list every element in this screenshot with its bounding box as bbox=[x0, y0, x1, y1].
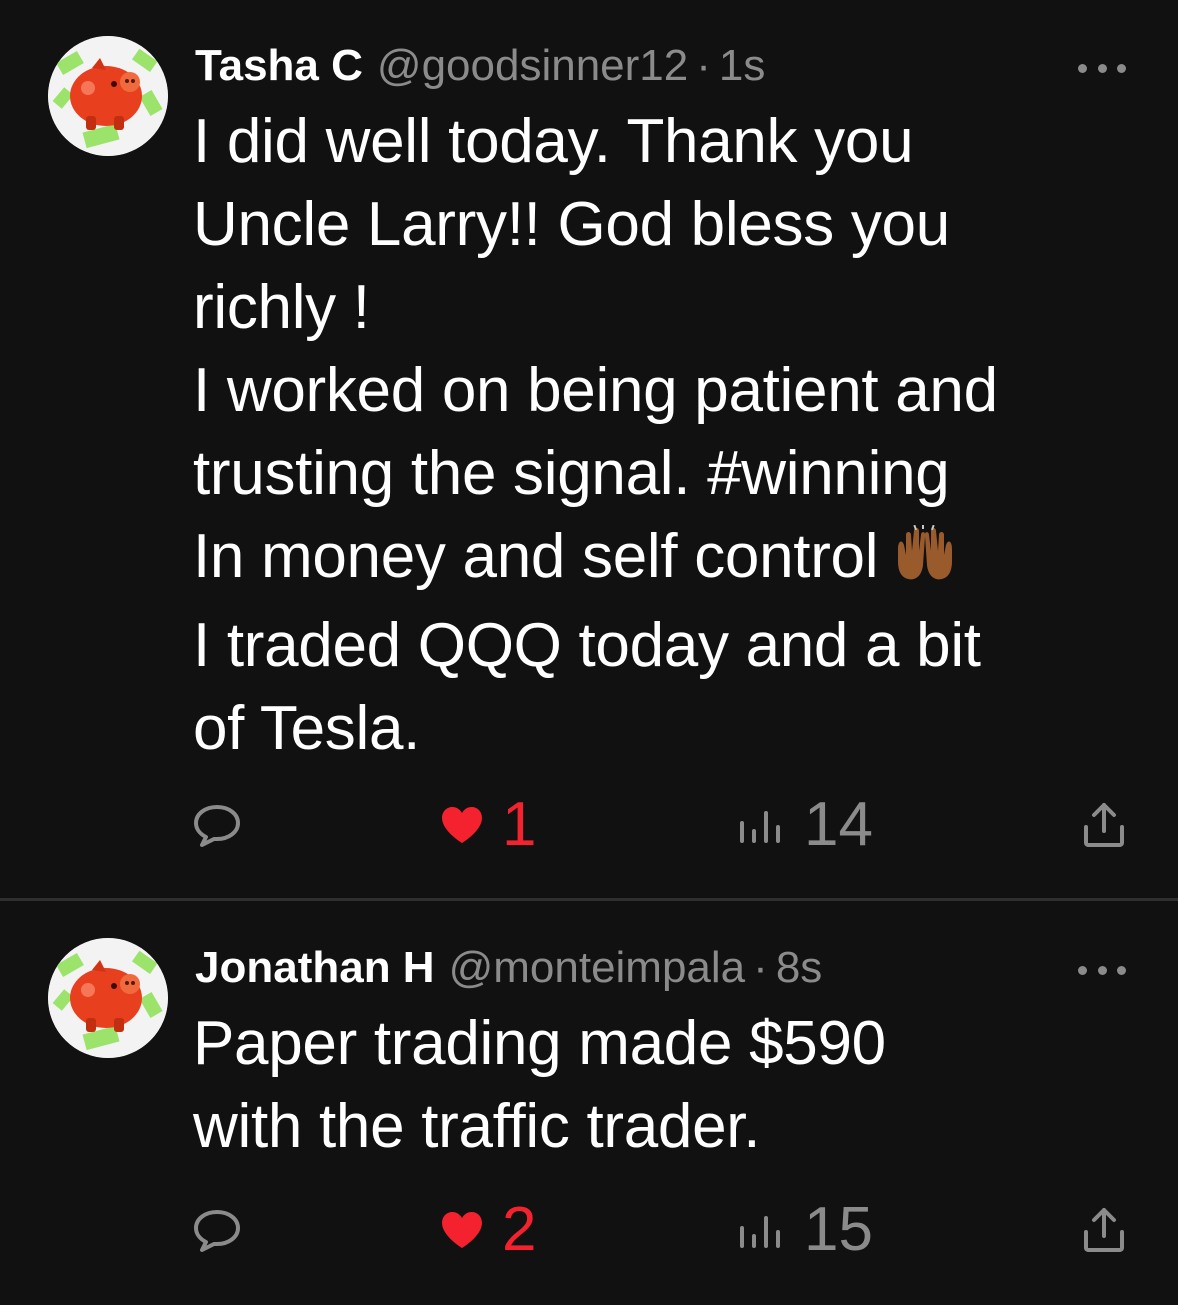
author-name[interactable]: Jonathan H bbox=[195, 940, 435, 996]
post-body-text: trusting the signal. #winning bbox=[193, 439, 950, 508]
post-actions-bar: 2 15 bbox=[0, 1190, 1178, 1270]
post-body-text: In money and self control bbox=[193, 522, 879, 591]
post-body-line: trusting the signal. #winning bbox=[193, 432, 1153, 515]
raising-hands-emoji-icon bbox=[892, 521, 958, 604]
comment-bubble-icon bbox=[194, 805, 240, 847]
more-dots-icon bbox=[1097, 965, 1107, 975]
heart-icon bbox=[442, 807, 482, 843]
post-body-line: I worked on being patient and bbox=[193, 356, 998, 425]
more-dots-icon bbox=[1117, 965, 1126, 975]
share-upload-icon bbox=[1084, 803, 1124, 847]
heart-icon bbox=[442, 1212, 482, 1248]
post-body-line: I traded QQQ today and a bit bbox=[193, 611, 981, 680]
views-button[interactable]: 15 bbox=[738, 1190, 873, 1270]
post-body-line: of Tesla. bbox=[193, 694, 421, 763]
bar-chart-icon bbox=[740, 1216, 780, 1248]
share-button[interactable] bbox=[1080, 785, 1128, 865]
post-header: Jonathan H @monteimpala · 8s bbox=[195, 940, 822, 996]
like-count: 2 bbox=[502, 1195, 537, 1264]
separator: · bbox=[753, 943, 768, 992]
share-button[interactable] bbox=[1080, 1190, 1128, 1270]
share-upload-icon bbox=[1084, 1208, 1124, 1252]
bar-chart-icon bbox=[740, 811, 780, 843]
author-name[interactable]: Tasha C bbox=[195, 38, 363, 94]
post-body-line: Paper trading made $590 bbox=[193, 1009, 886, 1078]
views-count: 15 bbox=[804, 1195, 873, 1264]
piggy-bank-avatar-icon bbox=[48, 36, 168, 156]
author-handle[interactable]: @monteimpala bbox=[449, 940, 746, 996]
avatar[interactable] bbox=[48, 36, 168, 156]
post-actions-bar: 1 14 bbox=[0, 785, 1178, 865]
post-timestamp[interactable]: 1s bbox=[719, 38, 765, 94]
post-body: I did well today. Thank you Uncle Larry!… bbox=[193, 100, 1153, 770]
post-body-line: In money and self control bbox=[193, 515, 1153, 604]
post-body-line: with the traffic trader. bbox=[193, 1092, 761, 1161]
post-timestamp[interactable]: 8s bbox=[776, 940, 822, 996]
post-body: Paper trading made $590 with the traffic… bbox=[193, 1002, 1153, 1168]
piggy-bank-avatar-icon bbox=[48, 938, 168, 1058]
views-count: 14 bbox=[804, 790, 873, 859]
more-options-button[interactable] bbox=[1078, 60, 1126, 76]
post[interactable]: Tasha C @goodsinner12 · 1s I did well to… bbox=[0, 0, 1178, 900]
reply-button[interactable] bbox=[192, 785, 242, 865]
reply-button[interactable] bbox=[192, 1190, 242, 1270]
more-options-button[interactable] bbox=[1078, 962, 1126, 978]
comment-bubble-icon bbox=[194, 1210, 240, 1252]
separator: · bbox=[696, 41, 711, 90]
timeline-feed: Tasha C @goodsinner12 · 1s I did well to… bbox=[0, 0, 1178, 1305]
author-handle[interactable]: @goodsinner12 bbox=[377, 38, 688, 94]
post-body-line: richly ! bbox=[193, 273, 370, 342]
post-divider bbox=[0, 898, 1178, 901]
post-body-line: Uncle Larry!! God bless you bbox=[193, 190, 950, 259]
post-body-line: I did well today. Thank you bbox=[193, 107, 914, 176]
more-dots-icon bbox=[1078, 63, 1087, 73]
post-header: Tasha C @goodsinner12 · 1s bbox=[195, 38, 765, 94]
post[interactable]: Jonathan H @monteimpala · 8s Paper tradi… bbox=[0, 902, 1178, 1305]
like-count: 1 bbox=[502, 790, 537, 859]
more-dots-icon bbox=[1097, 63, 1107, 73]
more-dots-icon bbox=[1078, 965, 1087, 975]
views-button[interactable]: 14 bbox=[738, 785, 873, 865]
more-dots-icon bbox=[1117, 63, 1126, 73]
like-button[interactable]: 1 bbox=[440, 785, 536, 865]
like-button[interactable]: 2 bbox=[440, 1190, 536, 1270]
avatar[interactable] bbox=[48, 938, 168, 1058]
